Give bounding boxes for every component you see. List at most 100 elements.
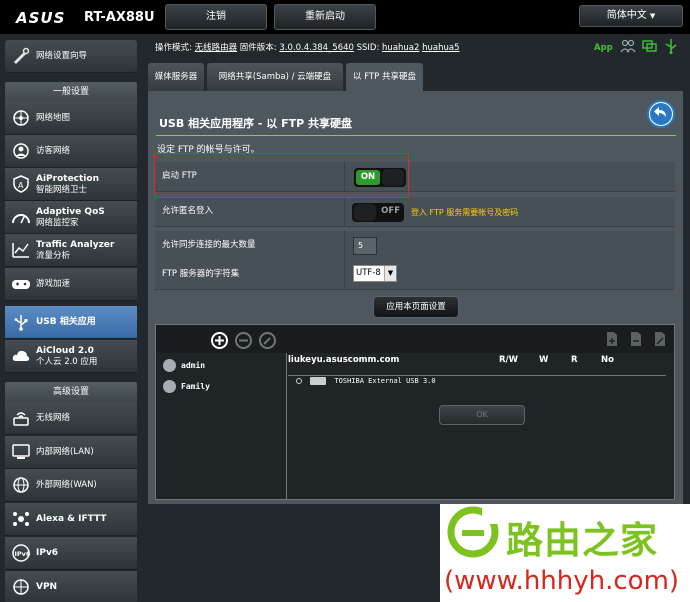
traffic-analyzer-icon [12,243,29,258]
sidebar-item-label: 网络设置向导 [36,51,88,61]
mode-link[interactable]: 无线路由器 [195,43,238,53]
sidebar-item-wireless[interactable]: 无线网络 [5,402,137,435]
title-divider [156,135,676,136]
sidebar-item-game-boost[interactable]: 游戏加速 [5,268,137,301]
sidebar-item-wan[interactable]: 外部网络(WAN) [5,469,137,502]
add-account-button[interactable] [211,332,228,349]
watermark-url: (www.hhhyh.com) [444,566,680,596]
list-item[interactable]: admin [163,359,205,372]
sidebar-item-ipv6[interactable]: IPv6 IPv6 [5,537,137,570]
minus-icon [239,339,248,342]
sidebar-item-network-map[interactable]: 网络地图 [5,102,137,135]
disk-name: TOSHIBA External USB 3.0 [334,377,436,385]
gamepad-icon [12,280,30,289]
general-settings-header: 一般设置 [5,82,137,102]
max-connections-input[interactable]: 5 [353,237,377,255]
modify-folder-icon[interactable] [652,331,668,347]
edit-account-button[interactable] [259,332,276,349]
user-name: admin [181,361,206,370]
sidebar-item-label: IPv6 [36,548,59,558]
aiprotection-icon: A [13,175,29,193]
permission-divider [288,375,666,376]
sidebar-item-guest-network[interactable]: 访客网络 [5,135,137,168]
users-icon[interactable] [620,39,636,53]
col-no: No [601,355,614,365]
language-select[interactable]: 简体中文 ▼ [579,5,683,27]
usb-status-icon[interactable] [662,38,680,54]
ssid-link-1[interactable]: huahua2 [382,43,419,53]
drive-icon [310,377,327,385]
add-folder-icon[interactable] [604,331,620,347]
pencil-icon [263,337,271,345]
network-map-icon [13,110,29,126]
sidebar-item-label: Adaptive QoS [36,206,105,217]
firmware-link[interactable]: 3.0.0.4.384_5640 [279,43,354,53]
sidebar-item-label: USB 相关应用 [36,317,96,327]
sidebar-item-alexa[interactable]: Alexa & IFTTT [5,503,137,536]
tab-media-server[interactable]: 媒体服务器 [148,63,204,91]
reboot-button[interactable]: 重新启动 [274,4,376,30]
user-avatar-icon [163,380,176,393]
ssid-link-2[interactable]: huahua5 [422,43,459,53]
sidebar-item-sublabel: 流量分析 [36,250,71,261]
sidebar-item-qos[interactable]: Adaptive QoS 网络监控家 [5,201,137,234]
language-label: 简体中文 [606,10,647,21]
row-max-connections: 允许同步连接的最大数量 5 [155,231,675,261]
user-avatar-icon [163,359,176,372]
cloud-icon [12,350,30,361]
expand-icon[interactable] [296,378,302,384]
charset-label: FTP 服务器的字符集 [162,260,345,289]
delete-folder-icon[interactable] [628,331,644,347]
status-bar: 操作模式: 无线路由器 固件版本: 3.0.0.4.384_5640 SSID:… [155,41,460,53]
model-name: RT-AX88U [84,10,155,25]
sidebar-item-aicloud[interactable]: AiCloud 2.0 个人云 2.0 应用 [5,340,137,373]
asus-logo: ASUS [16,9,66,27]
ipv6-icon: IPv6 [12,544,31,562]
tab-ftp[interactable]: 以 FTP 共享硬盘 [346,63,423,91]
delete-account-button[interactable] [235,332,252,349]
tab-samba[interactable]: 网络共享(Samba) / 云端硬盘 [207,63,343,91]
charset-select[interactable]: UTF-8 ▼ [353,265,397,282]
sidebar-item-usb[interactable]: USB 相关应用 [5,306,137,339]
app-link[interactable]: App [594,43,613,53]
watermark-text: 路由之家 [506,519,658,562]
mode-label: 操作模式: [155,43,192,53]
anonymous-login-label: 允许匿名登入 [162,197,345,226]
sidebar-item-label: AiCloud 2.0 [36,345,94,356]
user-name: Family [181,382,210,391]
lan-icon [12,444,30,459]
sidebar-item-lan[interactable]: 内部网络(LAN) [5,436,137,469]
sidebar-item-traffic-analyzer[interactable]: Traffic Analyzer 流量分析 [5,234,137,267]
col-rw: R/W [499,355,519,365]
sidebar-item-label: Traffic Analyzer [36,239,115,250]
sidebar-item-wizard[interactable]: 网络设置向导 [5,40,137,73]
row-anonymous-login: 允许匿名登入 OFF 登入 FTP 服务需要帐号及密码 [155,197,675,227]
sidebar-item-vpn[interactable]: VPN [5,571,137,602]
anonymous-login-toggle[interactable]: OFF [352,203,404,222]
sidebar-item-label: 游戏加速 [36,279,71,289]
ssid-label: SSID: [356,43,380,53]
charset-value: UTF-8 [356,268,381,278]
disk-row[interactable]: TOSHIBA External USB 3.0 [296,377,436,385]
sidebar-item-aiprotection[interactable]: A AiProtection 智能网络卫士 [5,168,137,201]
logout-button[interactable]: 注销 [165,4,267,30]
toggle-off-label: OFF [381,206,400,216]
sidebar-item-label: 外部网络(WAN) [36,480,97,490]
save-permission-button[interactable]: OK [439,405,525,425]
sidebar-item-label: 网络地图 [36,113,71,123]
network-status-icon[interactable] [641,39,657,53]
advanced-settings-header: 高级设置 [5,382,137,402]
qos-icon [12,214,30,224]
apply-button[interactable]: 应用本页面设置 [373,296,459,318]
list-item[interactable]: Family [163,380,210,393]
guest-network-icon [13,143,29,159]
sidebar-item-label: 访客网络 [36,146,71,156]
back-button[interactable] [647,100,675,128]
plus-icon [215,336,224,345]
sidebar-item-sublabel: 网络监控家 [36,217,79,228]
usb-icon [14,315,28,331]
wireless-icon [13,412,29,426]
chevron-down-icon: ▼ [384,266,396,281]
anonymous-hint: 登入 FTP 服务需要帐号及密码 [411,208,519,217]
row-charset: FTP 服务器的字符集 UTF-8 ▼ [155,260,675,290]
